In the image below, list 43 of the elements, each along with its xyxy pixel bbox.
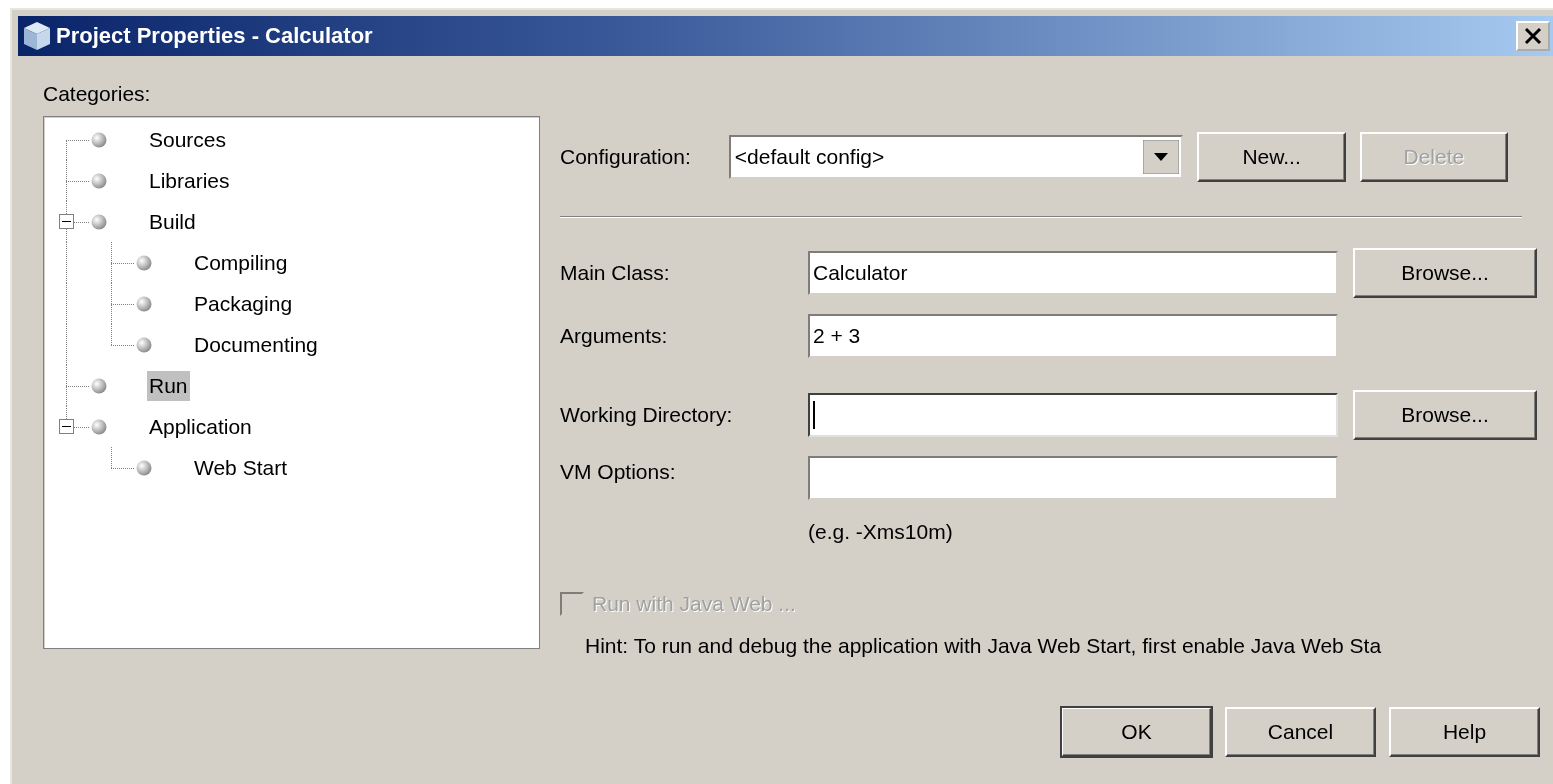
bullet-icon [91,418,107,435]
collapse-icon[interactable] [59,214,74,229]
bullet-icon [91,131,107,148]
close-icon[interactable] [1523,27,1543,45]
bullet-icon [136,295,152,312]
field-label: Working Directory: [560,403,734,427]
browse-button[interactable]: Browse... [1353,248,1537,298]
hint-text: Hint: To run and debug the application with Java Web Start, first enable Java Web Sta [585,634,1383,658]
dropdown-arrow-icon[interactable] [1143,140,1180,174]
configuration-dropdown[interactable]: <default config> [728,135,1184,179]
tree-item[interactable]: Application [147,411,254,442]
bullet-icon [91,213,107,230]
window-title: Project Properties - Calculator [56,23,374,49]
collapse-icon[interactable] [59,419,74,434]
tree-item[interactable]: Build [147,206,198,237]
tree-item[interactable]: Libraries [147,165,232,196]
bullet-icon [136,459,152,476]
browse-button[interactable]: Browse... [1353,390,1537,440]
dialog-button[interactable]: Cancel [1225,707,1376,757]
bullet-icon [91,172,107,189]
config-button[interactable]: New... [1197,132,1346,182]
close-button[interactable] [1516,21,1550,51]
dialog-button[interactable]: Help [1389,707,1540,757]
cube-icon [22,20,52,52]
input-field[interactable]: Calculator [808,251,1338,295]
field-label: Main Class: [560,261,671,285]
tree-item[interactable]: Sources [147,124,229,155]
input-field[interactable]: 2 + 3 [808,314,1338,358]
bullet-icon [136,254,152,271]
tree-item[interactable]: Documenting [192,329,320,360]
categories-label: Categories: [43,82,152,107]
field-label: VM Options: [560,459,677,484]
dialog-button[interactable]: OK [1061,707,1212,757]
hint-text: (e.g. -Xms10m) [808,520,954,544]
tree-item[interactable]: Web Start [192,452,289,483]
tree-item[interactable]: Packaging [192,288,295,319]
tree-item[interactable]: Compiling [192,247,290,278]
bullet-icon [91,377,107,394]
field-label: Arguments: [560,324,669,348]
field-label: Configuration: [560,145,692,169]
input-field[interactable] [808,393,1338,437]
bullet-icon [136,336,152,353]
tree-item[interactable]: Run [147,370,190,401]
